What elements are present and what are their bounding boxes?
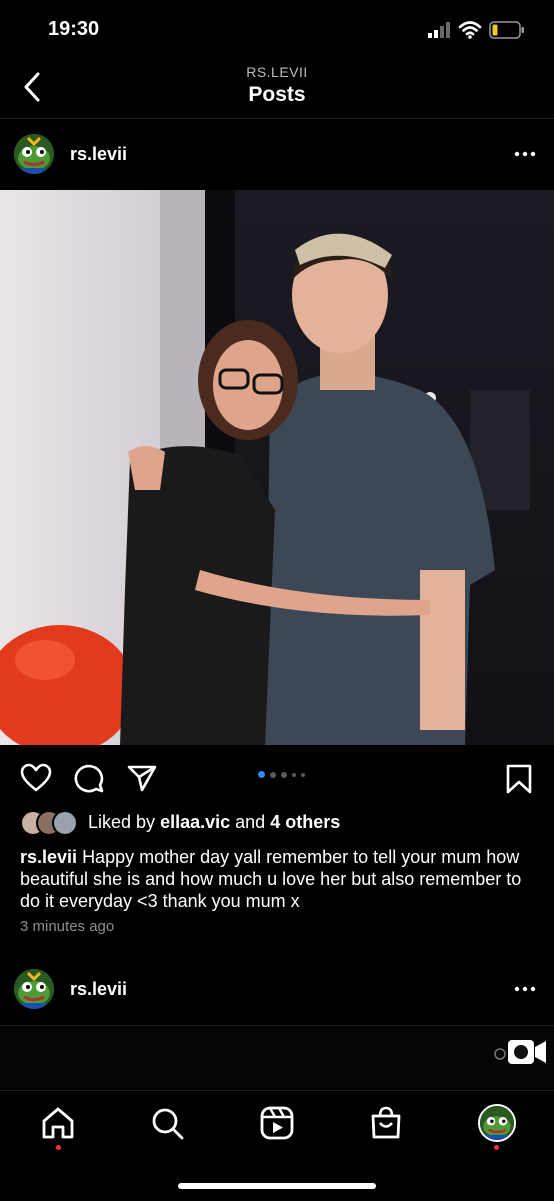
frog-avatar-icon xyxy=(480,1106,514,1140)
video-camera-icon[interactable] xyxy=(494,1038,548,1066)
carousel-dot xyxy=(270,771,276,778)
next-post-header: rs.levii xyxy=(0,965,554,1015)
profile-notification-dot xyxy=(494,1145,499,1150)
post-username[interactable]: rs.levii xyxy=(70,144,127,165)
carousel-dot xyxy=(258,771,265,778)
carousel-dot xyxy=(281,771,287,778)
post-photo[interactable] xyxy=(0,190,554,745)
bookmark-icon[interactable] xyxy=(505,763,533,795)
post-header: rs.levii xyxy=(0,130,554,180)
next-post-username[interactable]: rs.levii xyxy=(70,979,127,1000)
carousel-indicator xyxy=(258,771,305,778)
home-notification-dot xyxy=(56,1145,61,1150)
next-post-media[interactable] xyxy=(0,1026,554,1088)
liker-avatar xyxy=(52,810,78,836)
more-options-icon[interactable] xyxy=(513,985,537,993)
avatar[interactable] xyxy=(14,134,54,174)
caption-username[interactable]: rs.levii xyxy=(20,847,77,867)
share-icon[interactable] xyxy=(126,763,158,793)
liked-by-others[interactable]: 4 others xyxy=(270,812,340,832)
comment-icon[interactable] xyxy=(73,763,105,793)
carousel-dot xyxy=(301,772,305,777)
post-action-bar xyxy=(0,755,554,799)
search-icon[interactable] xyxy=(147,1103,187,1143)
likes-summary[interactable]: Liked by ellaa.vic and 4 others xyxy=(20,810,540,836)
caption-text: Happy mother day yall remember to tell y… xyxy=(20,847,522,911)
photo-illustration xyxy=(0,190,554,745)
avatar[interactable] xyxy=(14,969,54,1009)
shop-icon[interactable] xyxy=(366,1103,406,1143)
liked-by-joiner: and xyxy=(235,812,266,832)
header-divider xyxy=(0,118,554,119)
likes-text: Liked by ellaa.vic and 4 others xyxy=(88,812,340,833)
wifi-icon xyxy=(458,21,482,39)
status-time: 19:30 xyxy=(48,18,100,40)
home-indicator xyxy=(178,1183,376,1189)
home-icon[interactable] xyxy=(38,1103,78,1143)
liked-by-prefix: Liked by xyxy=(88,812,156,832)
more-options-icon[interactable] xyxy=(513,150,537,158)
carousel-dot xyxy=(292,772,296,777)
cellular-signal-icon xyxy=(428,22,450,38)
battery-icon xyxy=(489,21,524,39)
account-name: RS.LEVII xyxy=(246,64,308,80)
reels-icon[interactable] xyxy=(257,1103,297,1143)
post-caption: rs.levii Happy mother day yall remember … xyxy=(20,846,530,912)
liked-by-user[interactable]: ellaa.vic xyxy=(160,812,230,832)
post-timestamp: 3 minutes ago xyxy=(20,918,115,935)
profile-avatar[interactable] xyxy=(478,1104,516,1142)
page-title: Posts xyxy=(248,83,306,106)
frog-avatar-icon xyxy=(14,969,54,1009)
heart-icon[interactable] xyxy=(20,763,52,793)
frog-avatar-icon xyxy=(14,134,54,174)
